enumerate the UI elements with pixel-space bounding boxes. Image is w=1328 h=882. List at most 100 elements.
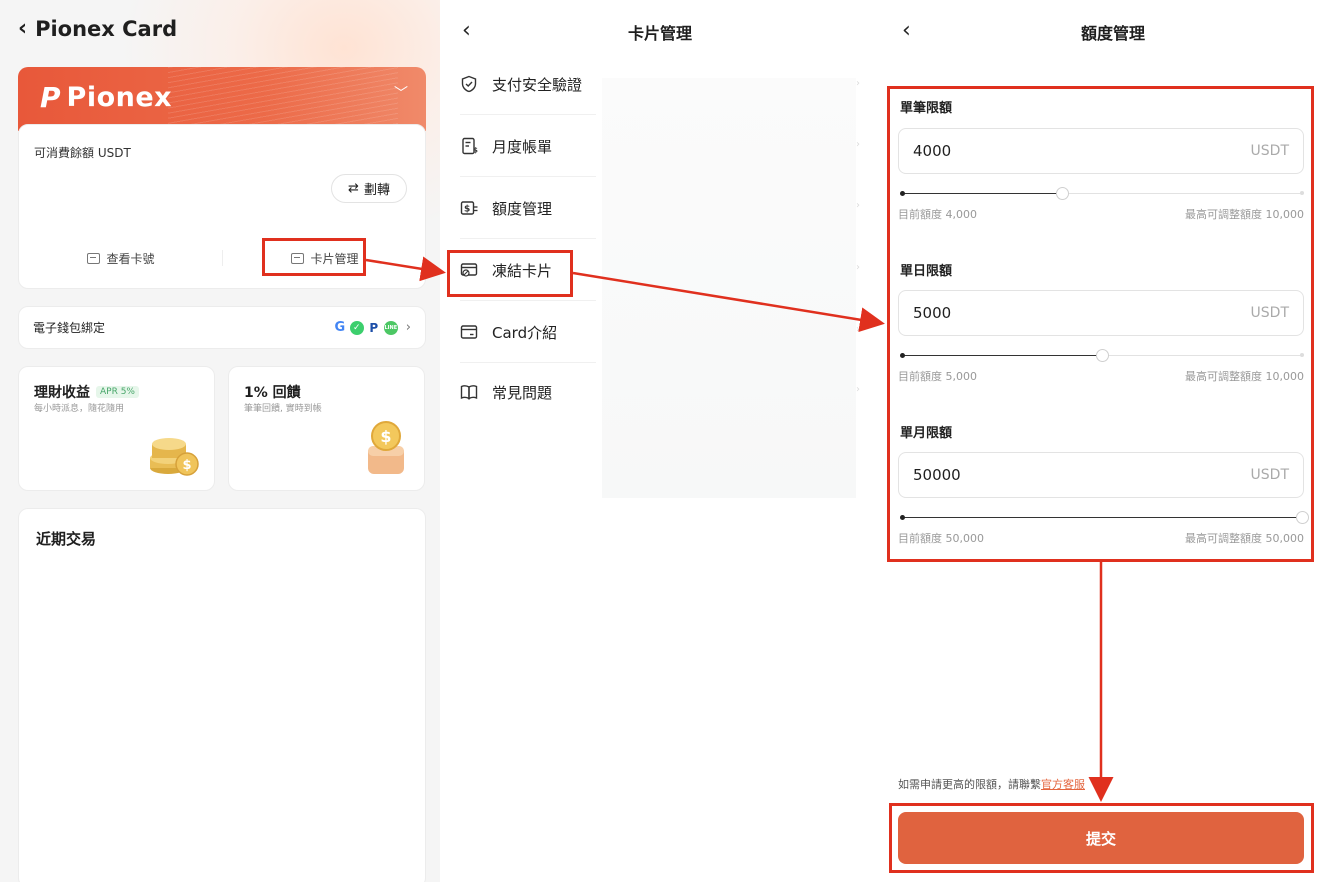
card-panel: 可消費餘額 USDT ⇄ 劃轉 查看卡號 卡片管理	[18, 124, 426, 289]
chevron-right-icon: ›	[856, 262, 860, 273]
pionex-logo: P Pionex	[40, 81, 172, 114]
limit-management-screen: ‹ 額度管理 單筆限額 4000 USDT 目前額度 4,000 最高可調整額度…	[878, 0, 1328, 882]
balance-label: 可消費餘額 USDT	[34, 146, 131, 160]
card-banner[interactable]: P Pionex ﹀	[18, 67, 426, 131]
apple-pay-icon	[316, 321, 330, 335]
menu-item-label: 月度帳單	[492, 137, 553, 156]
max-limit-text: 最高可調整額度 10,000	[1185, 208, 1304, 221]
menu-item-limit-management[interactable]: $ 額度管理	[460, 177, 600, 239]
e-wallet-binding-row[interactable]: 電子錢包綁定 G ✓ P LINE ›	[18, 306, 426, 349]
chevron-right-icon: ›	[856, 78, 860, 89]
slider-fill	[902, 516, 1302, 518]
coin-jar-icon: $	[368, 421, 404, 474]
svg-text:$: $	[380, 427, 391, 446]
monthly-limit-label: 單月限額	[900, 426, 953, 441]
bill-icon: $	[462, 137, 478, 155]
page-title: 卡片管理	[627, 24, 692, 43]
page-header: ‹ Pionex Card	[18, 16, 177, 41]
chevron-right-icon: ›	[856, 200, 860, 211]
wallet-icons: G ✓ P LINE	[316, 320, 398, 335]
line-pay-icon: LINE	[383, 320, 398, 335]
coin-stack-icon: $	[150, 438, 199, 476]
chevron-right-icon: ›	[856, 384, 860, 395]
slider-start-dot	[900, 191, 905, 196]
transfer-button[interactable]: ⇄ 劃轉	[331, 174, 407, 203]
view-card-number-button[interactable]: 查看卡號	[19, 243, 223, 273]
samsung-pay-icon: ✓	[349, 320, 364, 335]
card-management-label: 卡片管理	[310, 251, 359, 266]
current-limit-text: 目前額度 4,000	[898, 208, 977, 221]
svg-text:$: $	[182, 458, 191, 473]
single-limit-slider[interactable]	[900, 187, 1304, 200]
recent-transactions: 近期交易	[18, 508, 426, 882]
earn-title-row: 理財收益 APR 5%	[34, 382, 139, 402]
card-management-button[interactable]: 卡片管理	[223, 243, 427, 273]
max-limit-text: 最高可調整額度 10,000	[1185, 370, 1304, 383]
contact-note-text: 如需申請更高的限額，請聯繫	[898, 778, 1041, 791]
daily-limit-input[interactable]: 5000 USDT	[898, 290, 1304, 336]
daily-limit-range: 目前額度 5,000 最高可調整額度 10,000	[898, 368, 1304, 384]
card-management-screen: ‹ 卡片管理 支付安全驗證 $ 月度帳單 $ 額度管理 凍結卡片 Card介紹 …	[440, 0, 878, 882]
cashback-promo-card[interactable]: 1% 回饋 筆筆回饋, 實時到帳 $	[228, 366, 425, 491]
cashback-subtitle: 筆筆回饋, 實時到帳	[244, 404, 322, 414]
earn-promo-card[interactable]: 理財收益 APR 5% 每小時派息，隨花隨用 $	[18, 366, 215, 491]
chevron-left-icon[interactable]: ‹	[462, 18, 471, 43]
single-limit-label: 單筆限額	[900, 101, 953, 116]
menu-item-freeze-card[interactable]: 凍結卡片	[460, 239, 600, 301]
apr-badge: APR 5%	[96, 386, 139, 398]
page-title: Pionex Card	[35, 16, 178, 41]
daily-limit-value: 5000	[913, 304, 952, 322]
slider-end-dot	[1300, 191, 1304, 195]
card-number-icon	[87, 252, 101, 264]
single-limit-value: 4000	[913, 142, 952, 160]
card-actions: 查看卡號 卡片管理	[19, 243, 427, 273]
slider-start-dot	[900, 353, 905, 358]
cashback-title: 1% 回饋	[244, 385, 301, 401]
single-limit-input[interactable]: 4000 USDT	[898, 128, 1304, 174]
page-title: 額度管理	[1080, 24, 1145, 43]
current-limit-text: 目前額度 5,000	[898, 370, 977, 383]
slider-thumb[interactable]	[1096, 349, 1109, 362]
slider-thumb[interactable]	[1296, 511, 1309, 524]
pionex-logo-icon: P	[40, 81, 61, 114]
menu-item-label: 支付安全驗證	[492, 75, 583, 94]
earn-title: 理財收益	[34, 385, 90, 401]
pionex-card-screen: ‹ Pionex Card P Pionex ﹀ 可消費餘額 USDT ⇄ 劃轉…	[0, 0, 440, 882]
menu-item-faq[interactable]: 常見問題	[460, 361, 600, 423]
earn-subtitle: 每小時派息，隨花隨用	[34, 404, 125, 414]
recent-title: 近期交易	[36, 530, 97, 548]
monthly-limit-input[interactable]: 50000 USDT	[898, 452, 1304, 498]
slider-end-dot	[1300, 353, 1304, 357]
slider-fill	[902, 354, 1102, 356]
unit-label: USDT	[1250, 467, 1289, 483]
monthly-limit-slider[interactable]	[900, 511, 1309, 524]
chevron-right-icon: ›	[405, 320, 411, 335]
chevron-down-icon[interactable]: ﹀	[394, 83, 408, 103]
current-limit-text: 目前額度 50,000	[898, 532, 984, 545]
menu-item-monthly-bill[interactable]: $ 月度帳單	[460, 115, 600, 177]
official-support-link[interactable]: 官方客服	[1041, 778, 1085, 791]
shield-check-icon	[461, 75, 477, 93]
slider-thumb[interactable]	[1056, 187, 1069, 200]
view-card-number-label: 查看卡號	[106, 251, 155, 266]
cashback-title-row: 1% 回饋	[244, 382, 301, 402]
single-limit-range: 目前額度 4,000 最高可調整額度 10,000	[898, 206, 1304, 222]
chevron-right-icon: ›	[856, 139, 860, 150]
menu-item-payment-security[interactable]: 支付安全驗證	[460, 53, 600, 115]
faded-content-area	[602, 78, 856, 498]
transfer-label: 劃轉	[363, 183, 390, 198]
unit-label: USDT	[1250, 305, 1289, 321]
menu-item-label: 凍結卡片	[492, 261, 553, 280]
chevron-left-icon[interactable]: ‹	[902, 18, 911, 43]
svg-text:$: $	[464, 205, 470, 215]
menu-item-label: Card介紹	[492, 323, 558, 342]
menu-item-label: 常見問題	[492, 383, 553, 402]
submit-button[interactable]: 提交	[898, 812, 1304, 864]
svg-text:$: $	[473, 147, 478, 155]
daily-limit-label: 單日限額	[900, 264, 953, 279]
daily-limit-slider[interactable]	[900, 349, 1304, 362]
menu-item-card-intro[interactable]: Card介紹	[460, 301, 600, 363]
chevron-right-icon: ›	[856, 324, 860, 335]
chevron-left-icon[interactable]: ‹	[18, 16, 27, 41]
book-icon	[460, 385, 478, 400]
